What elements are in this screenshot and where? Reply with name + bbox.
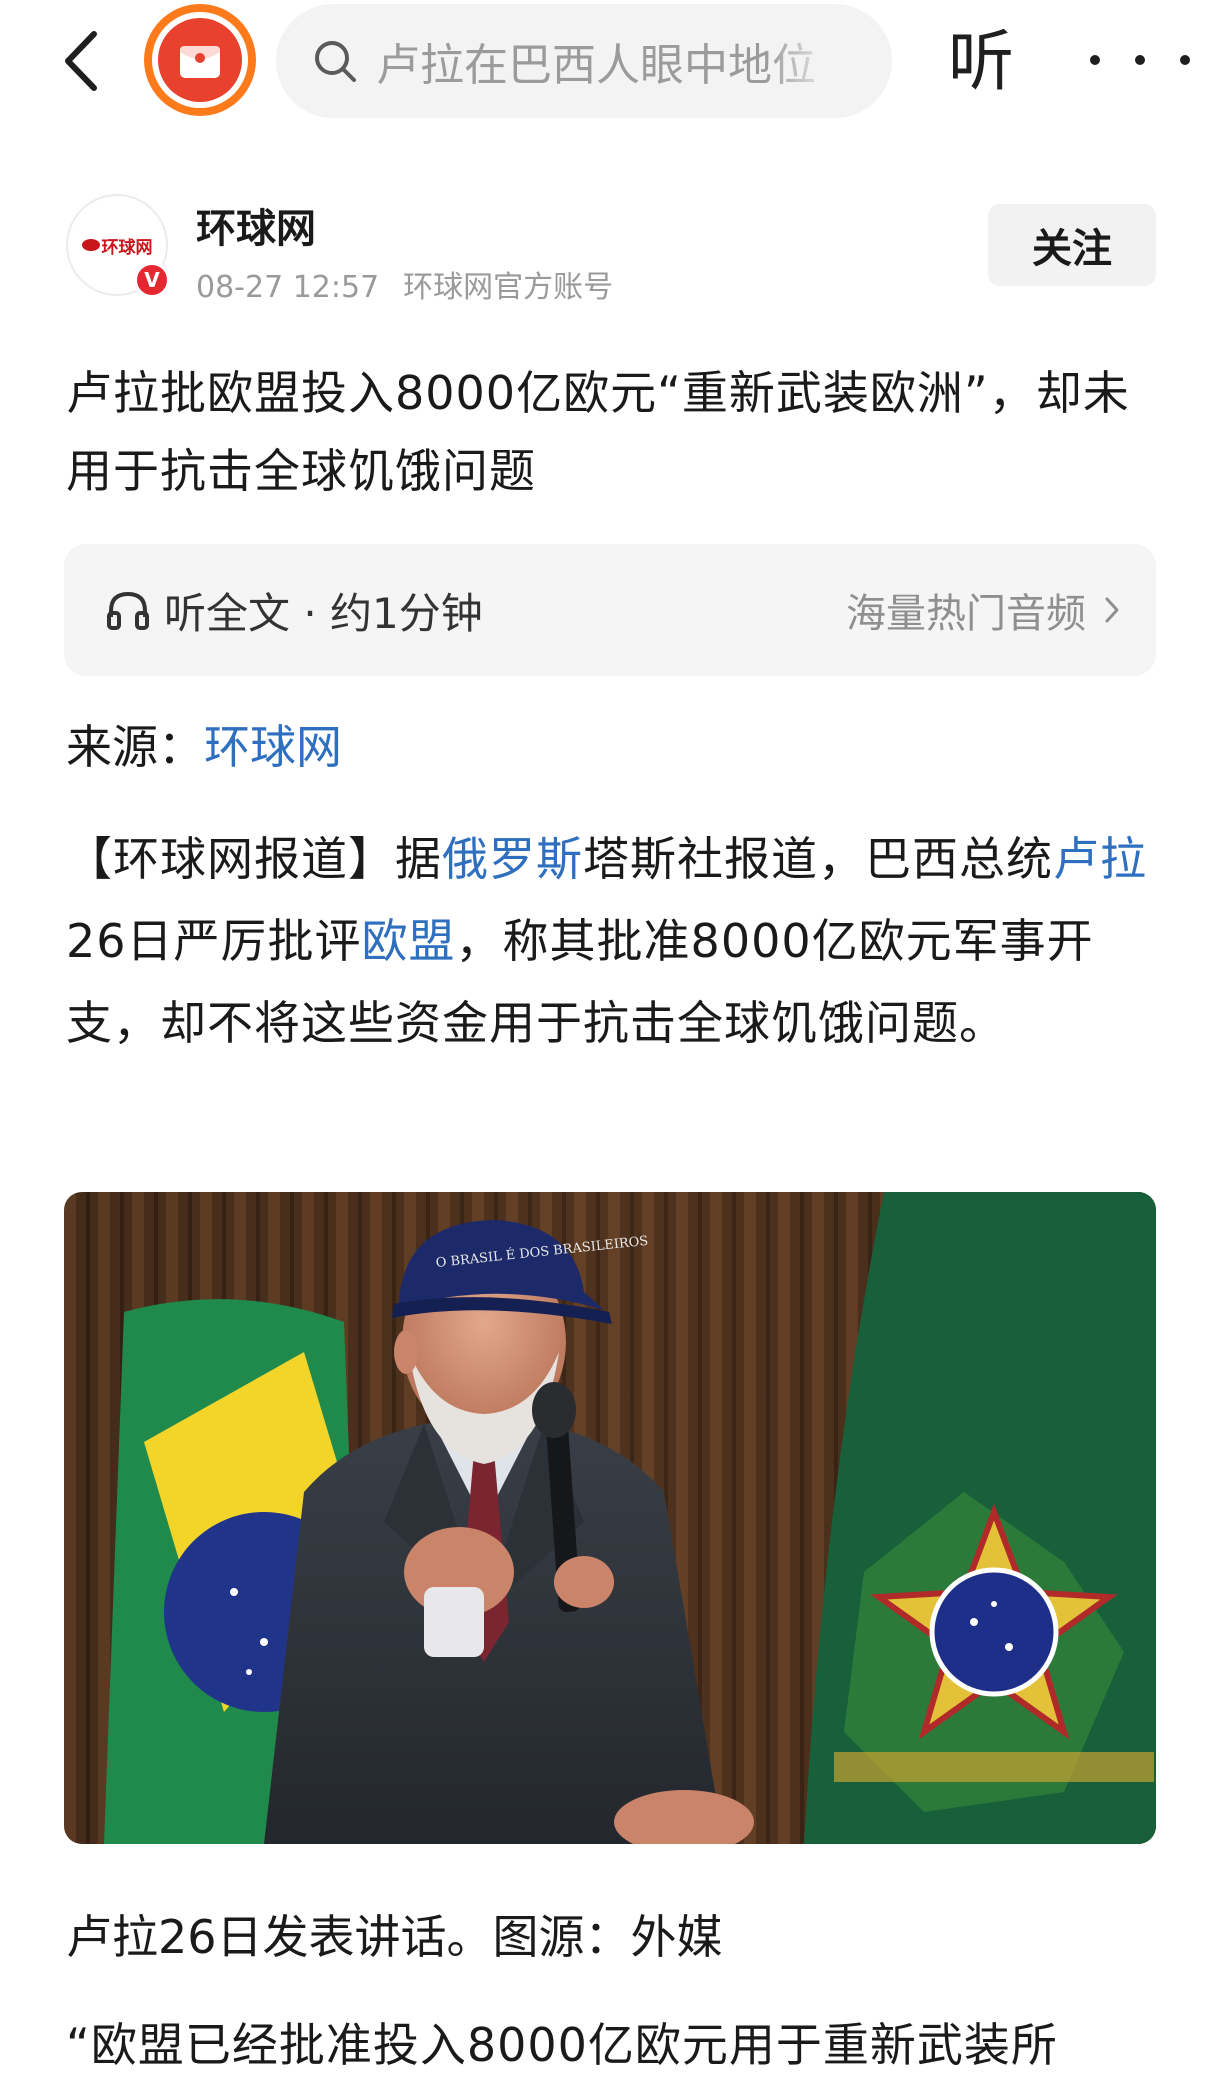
listen-full-text: 听全文 · 约1分钟 [106,544,483,676]
search-icon [315,41,356,82]
huanqiu-logo: 环球网 [81,233,153,258]
red-envelope-button[interactable] [144,4,256,116]
top-bar: 卢拉在巴西人眼中地位 听 [0,0,1220,124]
follow-button[interactable]: 关注 [988,204,1156,286]
source-line: 来源：环球网 [66,712,342,782]
link-eu[interactable]: 欧盟 [362,914,456,968]
para-text-1: 【环球网报道】据 [66,832,442,886]
article-photo[interactable]: O BRASIL É DOS BRASILEIROS [64,1192,1156,1844]
author-name[interactable]: 环球网 [196,196,316,254]
source-link[interactable]: 环球网 [204,720,342,774]
headphones-icon [107,591,149,630]
article-title: 卢拉批欧盟投入8000亿欧元“重新武装欧洲”，却未用于抗击全球饥饿问题 [66,366,1130,498]
back-button[interactable] [50,26,110,96]
account-type: 环球网官方账号 [403,270,614,305]
para-text-3: 26日严厉批评 [66,914,362,968]
search-placeholder: 卢拉在巴西人眼中地位 [376,40,816,91]
author-row: 环球网 V 环球网 08-27 12:57 环球网官方账号 关注 [66,194,1156,306]
chevron-left-icon [65,31,97,91]
red-envelope-ring [152,12,248,108]
listen-button[interactable]: 听 [948,22,1014,102]
listen-duration: 听全文 · 约1分钟 [164,588,483,638]
more-audio-label: 海量热门音频 [846,591,1086,637]
article-paragraph: 【环球网报道】据俄罗斯塔斯社报道，巴西总统卢拉26日严厉批评欧盟，称其批准800… [66,818,1156,1064]
article-quote: “欧盟已经批准投入8000亿欧元用于重新武装所 [66,2018,1058,2072]
para-text-2: 塔斯社报道，巴西总统 [583,832,1053,886]
publish-date: 08-27 12:57 [196,270,380,305]
search-input[interactable]: 卢拉在巴西人眼中地位 [276,4,892,118]
verified-badge: V [134,262,170,298]
red-envelope-icon [158,18,242,102]
chevron-right-icon [1105,597,1119,623]
lula-speaking-photo: O BRASIL É DOS BRASILEIROS [64,1192,1156,1844]
source-label: 来源： [66,720,204,774]
link-russia[interactable]: 俄罗斯 [442,832,583,886]
link-lula[interactable]: 卢拉 [1053,832,1147,886]
listen-full-article-bar[interactable]: 听全文 · 约1分钟 海量热门音频 [64,544,1156,676]
more-dots-icon[interactable] [1090,30,1190,90]
author-meta: 08-27 12:57 环球网官方账号 [196,262,613,306]
photo-caption: 卢拉26日发表讲话。图源：外媒 [66,1910,723,1964]
more-audio-link[interactable]: 海量热门音频 [846,544,1120,676]
